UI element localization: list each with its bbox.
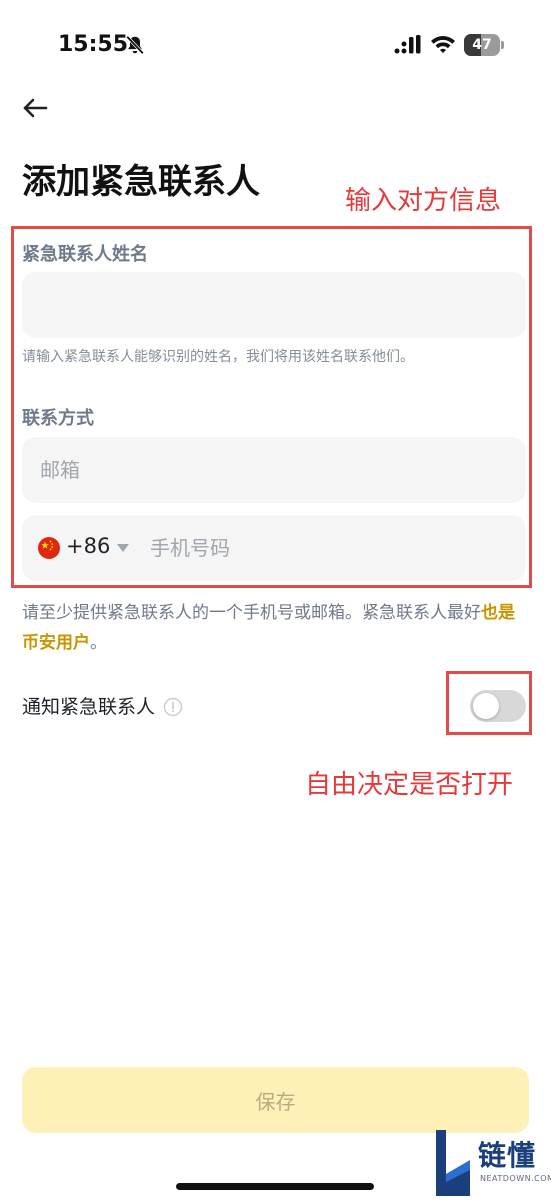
info-icon[interactable] [163, 697, 183, 717]
toggle-knob [473, 693, 499, 719]
status-bar: 15:55 47 [0, 0, 551, 90]
wifi-icon [431, 36, 455, 53]
page-title: 添加紧急联系人 [22, 162, 260, 202]
status-time: 15:55 [58, 32, 129, 57]
annotation-toggle-note: 自由决定是否打开 [305, 770, 514, 800]
phone-number-input[interactable] [150, 515, 510, 581]
battery-icon: 47 [464, 34, 504, 56]
email-input[interactable] [22, 437, 526, 503]
name-label: 紧急联系人姓名 [22, 244, 148, 265]
contact-requirement-note: 请至少提供紧急联系人的一个手机号或邮箱。紧急联系人最好也是币安用户。 [22, 598, 528, 658]
phone-field: +86 [22, 515, 526, 581]
contact-name-input[interactable] [22, 272, 526, 338]
note-end: 。 [90, 633, 107, 653]
neatdown-logo-icon [436, 1130, 470, 1196]
save-button[interactable]: 保存 [22, 1067, 529, 1133]
notify-contact-toggle[interactable] [470, 690, 526, 722]
home-indicator [176, 1183, 374, 1190]
china-flag-icon [38, 537, 60, 559]
annotation-form-note: 输入对方信息 [345, 186, 502, 216]
signal-icon [394, 35, 421, 54]
country-code-selector[interactable]: +86 [38, 515, 138, 581]
note-text: 请至少提供紧急联系人的一个手机号或邮箱。紧急联系人最好 [22, 603, 481, 623]
watermark-cn: 链懂 [478, 1139, 537, 1172]
battery-level: 47 [472, 37, 492, 53]
notify-contact-label: 通知紧急联系人 [22, 696, 156, 718]
name-hint: 请输入紧急联系人能够识别的姓名，我们将用该姓名联系他们。 [22, 349, 414, 365]
back-arrow-icon[interactable] [20, 92, 52, 124]
dial-code: +86 [66, 534, 111, 558]
caret-down-icon [117, 544, 129, 552]
watermark-en: NEATDOWN.COM [480, 1174, 551, 1183]
bell-slash-icon [126, 35, 144, 55]
contact-method-label: 联系方式 [22, 408, 94, 429]
watermark: 链懂 NEATDOWN.COM [436, 1130, 551, 1196]
